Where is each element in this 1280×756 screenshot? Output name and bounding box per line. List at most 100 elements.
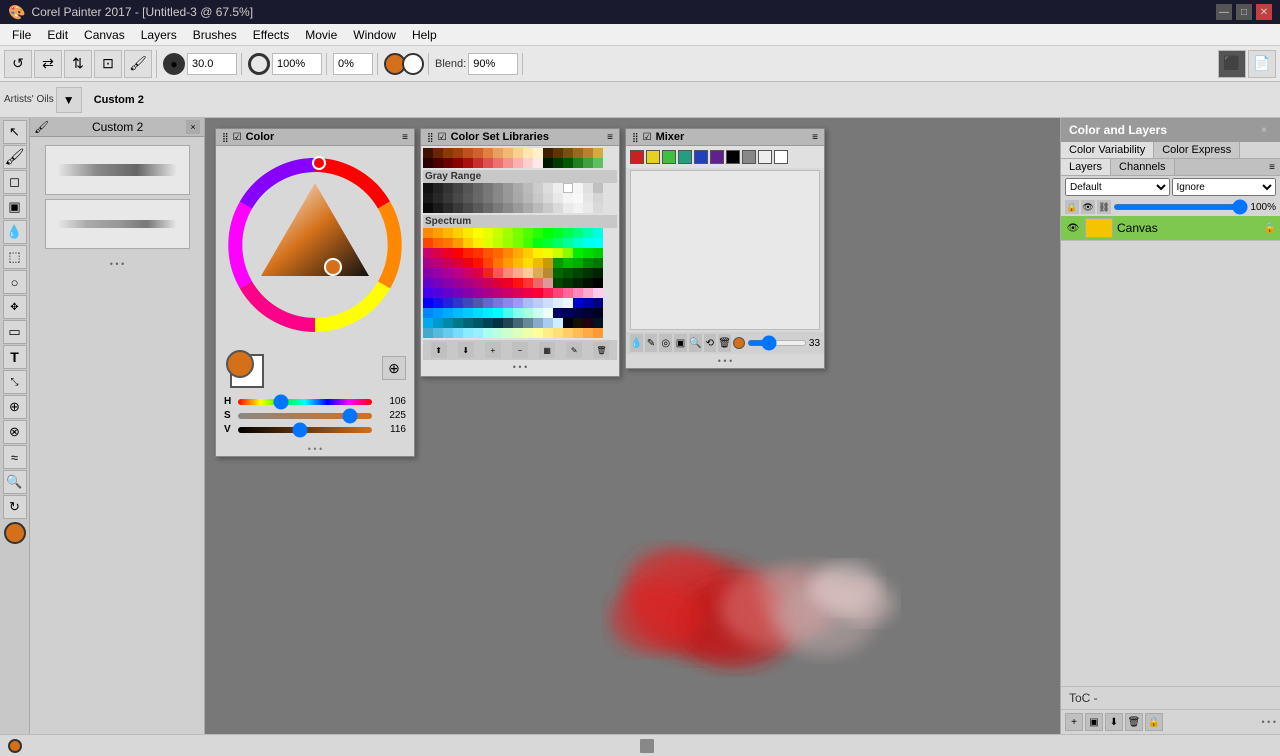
cs-swatch[interactable] [523,278,533,288]
mixer-mix-tool[interactable]: ✎ [645,334,658,352]
cs-swatch[interactable] [433,278,443,288]
mixer-sample-tool[interactable]: 💧 [630,334,643,352]
cs-swatch[interactable] [533,238,543,248]
cs-swatch[interactable] [543,238,553,248]
saturation-slider[interactable] [238,413,372,419]
cs-swatch[interactable] [503,298,513,308]
cs-swatch[interactable] [433,248,443,258]
cs-swatch[interactable] [503,148,513,158]
text-tool[interactable]: T [3,345,27,369]
mixer-color-black[interactable] [726,150,740,164]
cs-swatch[interactable] [493,328,503,338]
cs-swatch[interactable] [453,203,463,213]
cs-swatch[interactable] [523,288,533,298]
cs-swatch[interactable] [423,328,433,338]
menu-file[interactable]: File [4,26,39,44]
cs-swatch[interactable] [563,148,573,158]
brush-size-input[interactable] [187,53,237,75]
cs-swatch[interactable] [463,328,473,338]
cs-swatch[interactable] [423,228,433,238]
cs-swatch[interactable] [483,288,493,298]
cs-swatch[interactable] [503,268,513,278]
cs-swatch[interactable] [503,248,513,258]
layers-link-btn[interactable]: ⛓ [1097,200,1111,214]
cs-swatch[interactable] [473,288,483,298]
smear-tool[interactable]: ≈ [3,445,27,469]
transform-tool[interactable]: ⊡ [94,50,122,78]
colorset-btn-6[interactable]: ✎ [566,342,582,358]
dropper-tool[interactable]: 💧 [3,220,27,244]
cs-swatch[interactable] [483,318,493,328]
cs-swatch[interactable] [563,318,573,328]
layers-add-btn[interactable]: + [1065,713,1083,731]
flip-v-tool[interactable]: ⇅ [64,50,92,78]
cs-swatch[interactable] [453,238,463,248]
tab-color-express[interactable]: Color Express [1154,142,1240,158]
cs-swatch[interactable] [533,228,543,238]
cs-swatch[interactable] [483,203,493,213]
cs-swatch[interactable] [563,278,573,288]
cs-swatch[interactable] [553,318,563,328]
cs-swatch[interactable] [503,328,513,338]
shape-tool[interactable]: ▭ [3,320,27,344]
cs-swatch[interactable] [443,238,453,248]
cs-swatch[interactable] [483,193,493,203]
cs-swatch[interactable] [513,228,523,238]
cs-swatch[interactable] [533,148,543,158]
cs-swatch[interactable] [573,308,583,318]
cs-swatch[interactable] [533,318,543,328]
cs-swatch[interactable] [453,228,463,238]
cs-swatch[interactable] [553,148,563,158]
cs-swatch[interactable] [463,288,473,298]
cs-swatch[interactable] [473,183,483,193]
cs-swatch[interactable] [573,148,583,158]
layers-opacity-slider[interactable] [1113,204,1248,210]
cs-swatch[interactable] [433,288,443,298]
cs-swatch[interactable] [423,278,433,288]
cs-swatch[interactable] [483,328,493,338]
cs-swatch[interactable] [583,203,593,213]
cs-swatch[interactable] [513,268,523,278]
cs-swatch[interactable] [463,278,473,288]
cs-swatch[interactable] [513,258,523,268]
cs-swatch[interactable] [523,268,533,278]
cs-swatch[interactable] [523,193,533,203]
cs-swatch[interactable] [533,183,543,193]
cs-swatch[interactable] [473,248,483,258]
menu-window[interactable]: Window [345,26,404,44]
opacity-input[interactable] [272,53,322,75]
cs-swatch[interactable] [453,148,463,158]
cs-swatch[interactable] [443,148,453,158]
cs-swatch[interactable] [533,278,543,288]
cs-swatch[interactable] [473,228,483,238]
brush-category-btn[interactable]: ▼ [56,87,82,113]
cs-swatch[interactable] [433,258,443,268]
cs-swatch[interactable] [553,203,563,213]
cs-swatch[interactable] [593,298,603,308]
lasso-tool[interactable]: ○ [3,270,27,294]
cs-swatch[interactable] [593,203,603,213]
layer-item-canvas[interactable]: 👁 Canvas 🔒 [1061,216,1280,241]
cs-swatch[interactable] [593,278,603,288]
mixer-blend-tool[interactable]: ◎ [659,334,672,352]
cs-swatch[interactable] [503,228,513,238]
color-panel-checkbox[interactable]: ☑ [233,132,242,143]
cs-swatch[interactable] [493,148,503,158]
cs-swatch[interactable] [473,258,483,268]
cs-swatch[interactable] [543,278,553,288]
mixer-tool[interactable]: ⊕ [3,395,27,419]
cs-swatch[interactable] [493,203,503,213]
fill-tool[interactable]: ▣ [3,195,27,219]
cs-swatch[interactable] [543,228,553,238]
swap-colors-btn[interactable]: ⬛ [1218,50,1246,78]
maximize-button[interactable]: □ [1236,4,1252,20]
cs-swatch[interactable] [493,298,503,308]
cs-swatch[interactable] [523,298,533,308]
menu-canvas[interactable]: Canvas [76,26,133,44]
cs-swatch[interactable] [543,298,553,308]
colorset-checkbox[interactable]: ☑ [438,132,447,143]
cs-swatch[interactable] [503,318,513,328]
cs-swatch[interactable] [573,278,583,288]
cs-swatch[interactable] [433,203,443,213]
cs-swatch[interactable] [453,328,463,338]
